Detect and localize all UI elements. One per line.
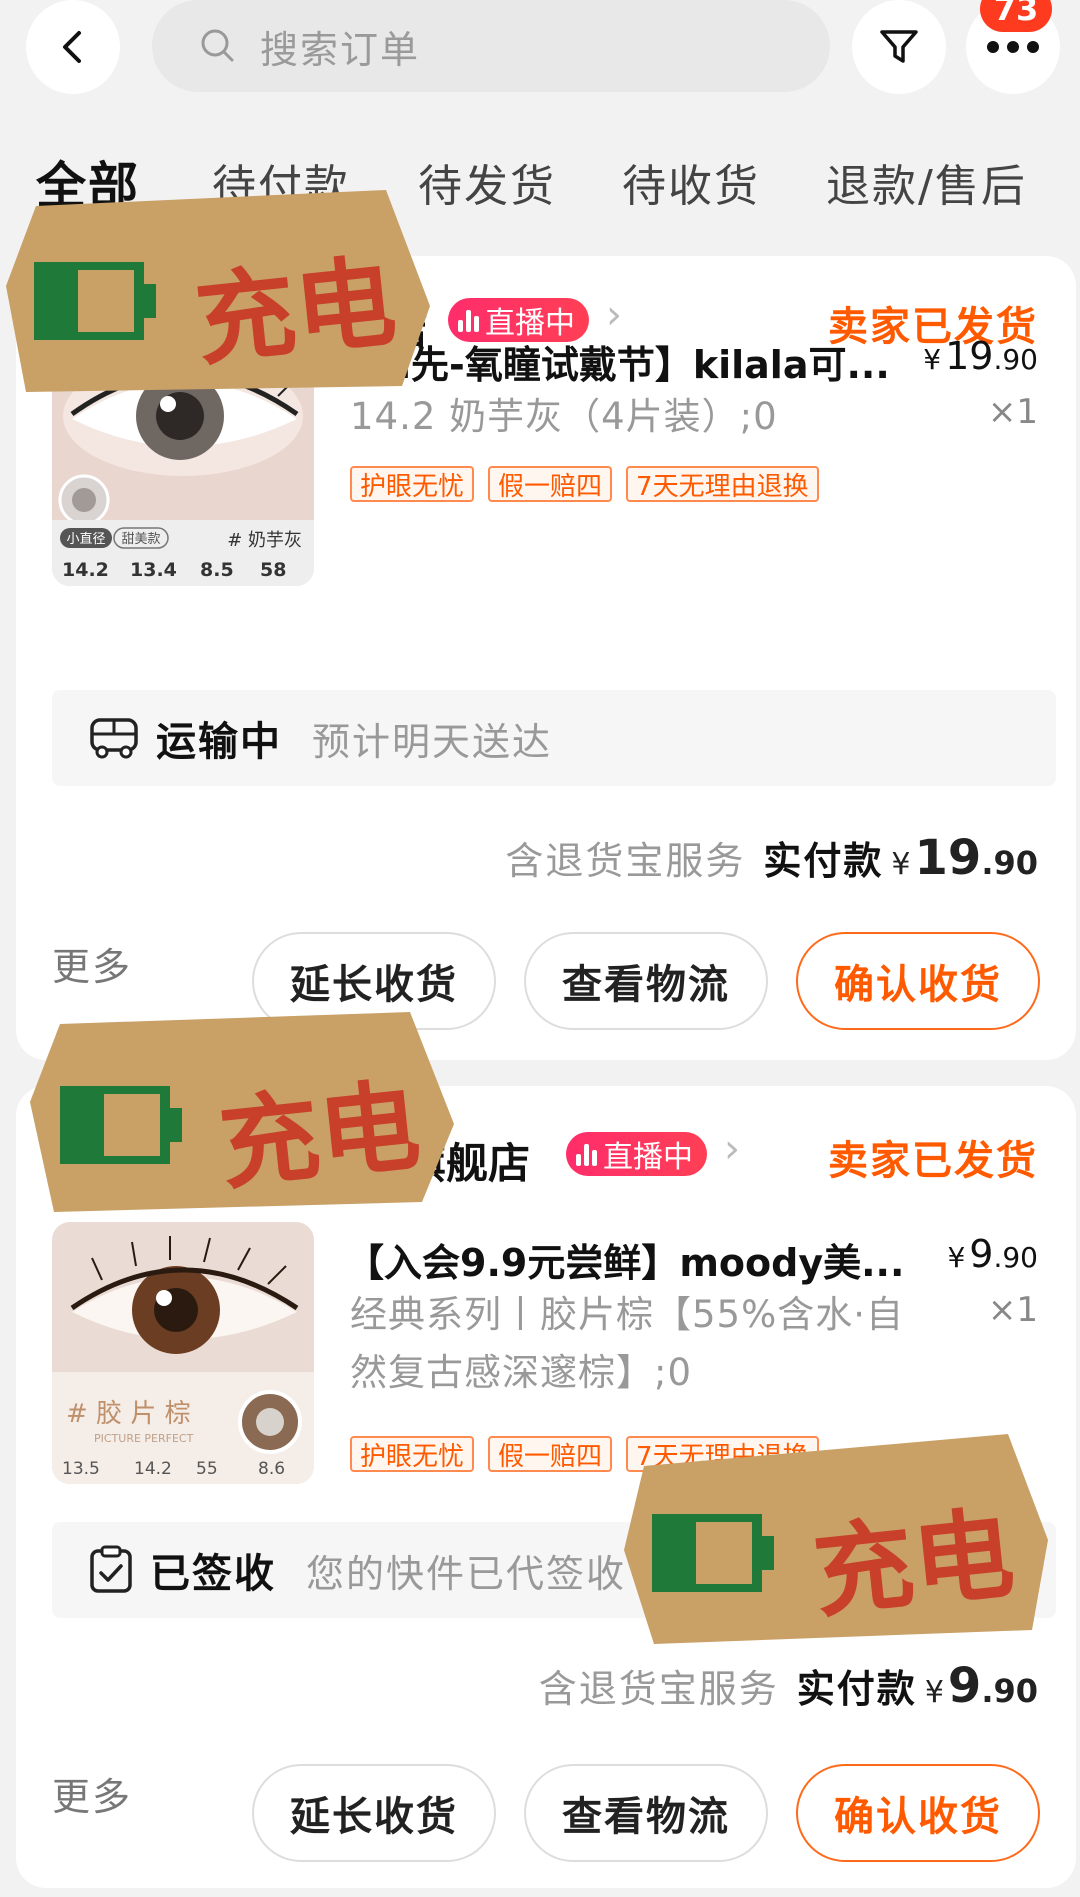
logistics-label: 已签收 [150,1551,276,1597]
thumb-spec: 8.6 [258,1459,285,1479]
paid-integer: 19 [914,830,982,886]
price-integer: 19 [945,334,994,378]
currency-symbol: ¥ [923,343,942,376]
product-title[interactable]: 【u先-氧瞳试戴节】kilala可... [346,334,916,389]
clipboard-check-icon [90,1545,132,1593]
filter-button[interactable] [852,0,946,94]
charging-sticker: 充电 [624,1434,1048,1644]
filter-icon [880,30,918,63]
product-title[interactable]: 【入会9.9元尝鲜】moody美... [346,1232,916,1287]
view-logistics-button[interactable]: 查看物流 [524,1764,768,1862]
more-link[interactable]: 更多 [52,1766,132,1821]
paid-integer: 9 [947,1658,982,1714]
service-tag: 护眼无忧 [350,466,475,502]
search-icon [201,29,234,62]
service-tag: 7天无理由退换 [626,466,819,502]
tab-pending-receipt[interactable]: 待收货 [622,150,760,214]
thumb-spec: 8.5 [200,559,234,581]
currency-symbol: ¥ [924,1675,944,1710]
live-bars-icon [576,1142,597,1166]
tab-pending-shipment[interactable]: 待发货 [418,150,556,214]
thumb-spec: 13.5 [62,1459,100,1479]
thumb-chip-1: 小直径 [66,532,105,547]
thumb-spec: 55 [196,1459,218,1479]
chevron-right-icon: › [724,1126,740,1172]
extend-receipt-button[interactable]: 延长收货 [252,1764,496,1862]
message-count-badge: 73 [980,0,1052,32]
logistics-label: 运输中 [156,719,282,765]
currency-symbol: ¥ [891,847,911,882]
service-tag: 假一赔四 [488,1436,613,1472]
live-label: 直播中 [603,1140,693,1175]
sticker-text: 充电 [190,243,401,380]
product-quantity: ×1 [987,392,1038,432]
chevron-right-icon: › [606,292,622,338]
logistics-desc: 您的快件已代签收 [306,1551,627,1596]
paid-decimal: .90 [981,1672,1038,1710]
sticker-text: 充电 [214,1067,425,1204]
return-service-label: 含退货宝服务 [538,1667,779,1711]
product-price: ¥9.90 [947,1232,1038,1276]
charging-sticker: 充电 [6,190,430,392]
paid-summary: 含退货宝服务 实付款 ¥9.90 [539,1658,1038,1714]
logistics-desc: 预计明天送达 [312,719,553,764]
paid-label: 实付款 [796,1667,917,1711]
live-badge[interactable]: 直播中 [566,1132,707,1176]
thumb-spec: 14.2 [62,559,109,581]
service-tag: 假一赔四 [488,466,613,502]
price-decimal: .90 [993,343,1038,376]
view-logistics-button[interactable]: 查看物流 [524,932,768,1030]
charging-sticker: 充电 [30,1012,454,1212]
thumb-spec: 14.2 [134,1459,172,1479]
product-spec: 14.2 奶芋灰（4片装）;0 [350,395,778,438]
price-decimal: .90 [993,1241,1038,1274]
thumb-chip-2: 甜美款 [121,531,160,547]
logistics-status[interactable]: 运输中 预计明天送达 [52,690,1056,786]
price-integer: 9 [969,1232,994,1276]
return-service-label: 含退货宝服务 [505,839,746,883]
paid-label: 实付款 [763,839,884,883]
search-input[interactable]: 搜索订单 [152,0,830,92]
more-dots-icon [987,41,1039,53]
thumb-color-name: # 奶芋灰 [227,530,302,551]
chevron-left-icon [63,31,81,63]
more-link[interactable]: 更多 [52,936,132,991]
top-bar: 搜索订单 73 [0,0,1080,110]
search-placeholder: 搜索订单 [260,27,421,72]
paid-summary: 含退货宝服务 实付款 ¥19.90 [505,830,1038,886]
confirm-receipt-button[interactable]: 确认收货 [796,932,1040,1030]
back-button[interactable] [26,0,120,94]
thumb-color-name: # 胶 片 棕 [66,1399,191,1429]
thumb-spec: 13.4 [130,559,177,581]
paid-decimal: .90 [981,844,1038,882]
service-tag: 护眼无忧 [350,1436,475,1472]
product-price: ¥19.90 [923,334,1038,378]
product-quantity: ×1 [987,1290,1038,1330]
thumb-subtitle: PICTURE PERFECT [94,1432,194,1445]
live-bars-icon [458,308,479,332]
thumb-spec: 58 [260,559,286,581]
tab-refund-aftersale[interactable]: 退款/售后 [826,150,1027,214]
sticker-text: 充电 [808,1495,1019,1632]
order-status: 卖家已发货 [828,1138,1038,1184]
currency-symbol: ¥ [947,1241,966,1274]
confirm-receipt-button[interactable]: 确认收货 [796,1764,1040,1862]
product-thumbnail[interactable]: # 胶 片 棕 PICTURE PERFECT 13.5 14.2 55 8.6 [52,1222,314,1484]
delivery-truck-icon [90,718,138,759]
product-spec: 经典系列丨胶片棕【55%含水·自然复古感深邃棕】;0 [350,1293,904,1394]
contact-lens-image: # 胶 片 棕 PICTURE PERFECT 13.5 14.2 55 8.6 [52,1222,314,1484]
service-tags: 护眼无忧 假一赔四 7天无理由退换 [350,466,819,502]
